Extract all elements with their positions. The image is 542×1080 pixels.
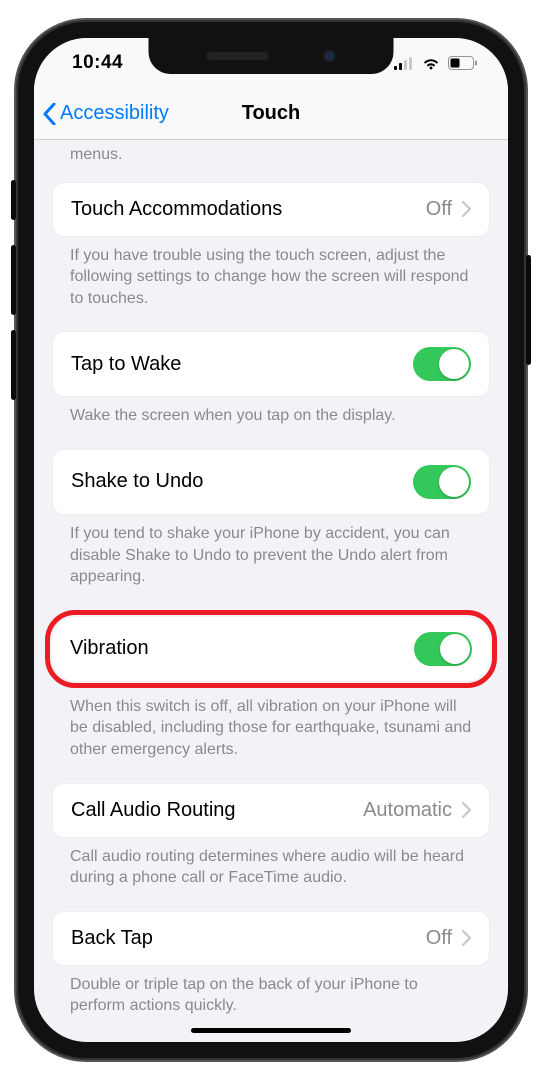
status-time: 10:44	[72, 52, 123, 74]
battery-icon	[448, 56, 478, 70]
call-audio-routing-row[interactable]: Call Audio Routing Automatic	[52, 783, 490, 838]
shake-to-undo-toggle[interactable]	[413, 465, 471, 499]
shake-to-undo-row[interactable]: Shake to Undo	[52, 449, 490, 515]
status-icons	[394, 56, 478, 70]
tap-to-wake-toggle[interactable]	[413, 347, 471, 381]
row-label: Shake to Undo	[71, 470, 203, 493]
row-value: Off	[426, 198, 452, 221]
row-label: Touch Accommodations	[71, 198, 282, 221]
back-tap-row[interactable]: Back Tap Off	[52, 911, 490, 966]
touch-accommodations-row[interactable]: Touch Accommodations Off	[52, 182, 490, 237]
chevron-right-icon	[462, 930, 471, 946]
cellular-icon	[394, 57, 414, 70]
row-footer: Double or triple tap on the back of your…	[52, 966, 490, 1017]
row-footer: If you tend to shake your iPhone by acci…	[52, 515, 490, 588]
row-footer: If you have trouble using the touch scre…	[52, 237, 490, 310]
tap-to-wake-row[interactable]: Tap to Wake	[52, 331, 490, 397]
vibration-toggle[interactable]	[414, 632, 472, 666]
row-label: Back Tap	[71, 927, 153, 950]
home-indicator[interactable]	[191, 1028, 351, 1033]
row-footer: Call audio routing determines where audi…	[52, 838, 490, 889]
nav-bar: Accessibility Touch	[34, 88, 508, 140]
highlight-annotation: Vibration	[45, 610, 497, 688]
row-value: Off	[426, 927, 452, 950]
back-button[interactable]: Accessibility	[42, 88, 169, 139]
back-label: Accessibility	[60, 102, 169, 125]
chevron-right-icon	[462, 201, 471, 217]
page-title: Touch	[242, 102, 301, 125]
chevron-right-icon	[462, 802, 471, 818]
wifi-icon	[421, 56, 441, 70]
vibration-row[interactable]: Vibration	[52, 617, 490, 681]
trailing-text: menus.	[52, 140, 490, 182]
settings-content: menus. Touch Accommodations Off If you h…	[34, 140, 508, 1042]
row-label: Call Audio Routing	[71, 799, 236, 822]
row-label: Vibration	[70, 637, 149, 660]
row-value: Automatic	[363, 799, 452, 822]
row-label: Tap to Wake	[71, 353, 181, 376]
chevron-left-icon	[42, 103, 57, 125]
row-footer: Wake the screen when you tap on the disp…	[52, 397, 490, 427]
row-footer: When this switch is off, all vibration o…	[52, 688, 490, 761]
